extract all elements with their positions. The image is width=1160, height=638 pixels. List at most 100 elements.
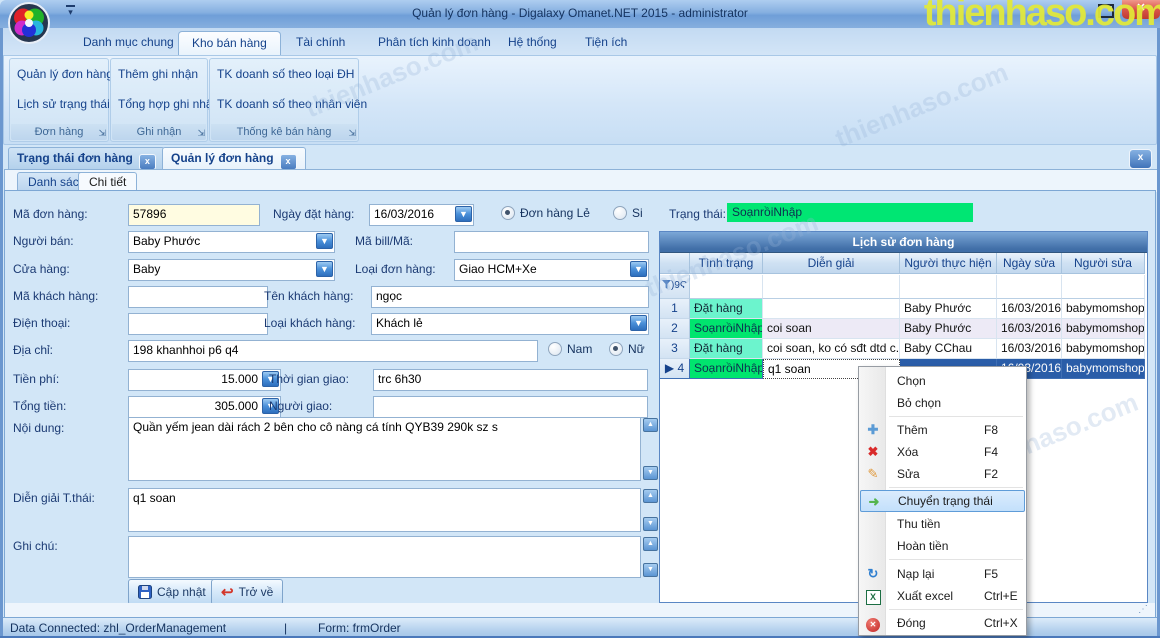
ribbon-item-tong-hop-ghi-nhan[interactable]: Tổng hợp ghi nhận xyxy=(118,97,219,111)
ma-bill-input[interactable] xyxy=(454,231,649,253)
menu-shortcut: F5 xyxy=(984,563,998,585)
ribbon-item-tk-theo-nhan-vien[interactable]: TK doanh số theo nhân viên xyxy=(217,97,367,111)
sub-tab-strip: Danh sách Chi tiết xyxy=(4,169,1158,192)
loai-don-hang-combobox[interactable]: Giao HCM+Xe ▼ xyxy=(454,259,649,281)
dialog-launcher-icon[interactable]: ⇲ xyxy=(348,127,356,139)
table-row[interactable]: 2 SoạnrồiNhập coi soan Baby Phước 16/03/… xyxy=(660,319,1145,339)
menu-shortcut: F8 xyxy=(984,419,998,441)
dien-giai-textarea[interactable]: q1 soan ▲ ▼ xyxy=(128,488,641,532)
scroll-up-icon[interactable]: ▲ xyxy=(643,537,658,551)
ten-khach-hang-input[interactable]: ngọc xyxy=(371,286,649,308)
menu-item-bo-chon[interactable]: Bỏ chọn xyxy=(860,392,1025,414)
ribbon-tab-danh-muc-chung[interactable]: Danh mục chung xyxy=(70,31,187,54)
ribbon-tab-he-thong[interactable]: Hệ thống xyxy=(495,31,570,54)
dropdown-icon[interactable]: ▼ xyxy=(455,206,472,222)
grid-filter-cell[interactable] xyxy=(900,275,997,299)
menu-item-chuyen-trang-thai[interactable]: ➜ Chuyển trạng thái xyxy=(860,490,1025,512)
menu-item-sua[interactable]: ✎ Sửa F2 xyxy=(860,463,1025,485)
grid-filter-cell[interactable] xyxy=(1062,275,1145,299)
label-ghi-chu: Ghi chú: xyxy=(13,539,58,553)
menu-item-dong[interactable]: ✕ Đóng Ctrl+X xyxy=(860,612,1025,634)
quick-access-dropdown-icon[interactable]: ▾ xyxy=(66,5,75,17)
menu-item-them[interactable]: ✚ Thêm F8 xyxy=(860,419,1025,441)
dropdown-icon[interactable]: ▼ xyxy=(630,315,647,331)
grid-header-nguoi-sua[interactable]: Người sửa xyxy=(1062,253,1145,274)
grid-filter-cell[interactable] xyxy=(997,275,1062,299)
ribbon-tab-phan-tich-kinh-doanh[interactable]: Phân tích kinh doanh xyxy=(365,31,504,54)
ma-don-hang-input[interactable]: 57896 xyxy=(128,204,260,226)
ribbon-tab-tien-ich[interactable]: Tiện ích xyxy=(572,31,640,54)
ribbon-item-quan-ly-don-hang[interactable]: Quản lý đơn hàng xyxy=(17,67,113,81)
radio-si[interactable]: Si xyxy=(613,206,643,220)
grid-header-tinh-trang[interactable]: Tình trạng xyxy=(690,253,763,274)
menu-item-hoan-tien[interactable]: Hoàn tiền xyxy=(860,535,1025,557)
cell-date: 16/03/2016 xyxy=(997,299,1062,319)
tien-phi-spinner[interactable]: 15.000 ▼ xyxy=(128,369,281,391)
doc-tab-quan-ly-don-hang[interactable]: Quản lý đơn hàngx xyxy=(162,147,306,169)
grid-filter-indicator[interactable]: )9Ϛ xyxy=(660,275,690,299)
radio-label: Si xyxy=(632,206,643,220)
menu-item-thu-tien[interactable]: Thu tiền xyxy=(860,513,1025,535)
ribbon-group-caption: Đơn hàng xyxy=(11,124,107,140)
menu-separator xyxy=(889,416,1023,417)
grid-header-nguoi-thuc-hien[interactable]: Người thực hiện xyxy=(900,253,997,274)
filter-text: )9Ϛ xyxy=(671,280,687,291)
scroll-down-icon[interactable]: ▼ xyxy=(643,563,658,577)
radio-nu[interactable]: Nữ xyxy=(609,342,645,356)
menu-item-nap-lai[interactable]: ↻ Nạp lại F5 xyxy=(860,563,1025,585)
noi-dung-textarea[interactable]: Quần yếm jean dài rách 2 bên cho cô nàng… xyxy=(128,417,641,481)
dialog-launcher-icon[interactable]: ⇲ xyxy=(98,127,106,139)
scroll-up-icon[interactable]: ▲ xyxy=(643,418,658,432)
grid-filter-cell[interactable] xyxy=(763,275,900,299)
ma-khach-hang-input[interactable] xyxy=(128,286,268,308)
app-logo-orb-icon[interactable] xyxy=(8,2,50,44)
dien-thoai-input[interactable] xyxy=(128,313,268,335)
tro-ve-button[interactable]: ↩ Trở về xyxy=(211,579,283,605)
ribbon-item-tk-theo-loai-dh[interactable]: TK doanh số theo loại ĐH xyxy=(217,67,354,81)
resize-grip[interactable]: ⋰ xyxy=(1138,604,1149,615)
table-row[interactable]: 3 Đặt hàng coi soan, ko có sđt dtd c... … xyxy=(660,339,1145,359)
trang-thai-value: SoạnrồiNhập xyxy=(732,205,802,219)
cell-editor: babymomshop xyxy=(1062,339,1145,359)
ribbon-tab-kho-ban-hang[interactable]: Kho bán hàng xyxy=(178,31,281,55)
menu-label: Nạp lại xyxy=(897,563,934,585)
menu-item-xoa[interactable]: ✖ Xóa F4 xyxy=(860,441,1025,463)
nguoi-giao-input[interactable] xyxy=(373,396,648,418)
tong-tien-spinner[interactable]: 305.000 ▼ xyxy=(128,396,281,418)
dialog-launcher-icon[interactable]: ⇲ xyxy=(197,127,205,139)
scroll-up-icon[interactable]: ▲ xyxy=(643,489,658,503)
dia-chi-input[interactable]: 198 khanhhoi p6 q4 xyxy=(128,340,538,362)
grid-header-dien-giai[interactable]: Diễn giải xyxy=(763,253,900,274)
thoi-gian-giao-input[interactable]: trc 6h30 xyxy=(373,369,648,391)
scroll-down-icon[interactable]: ▼ xyxy=(643,517,658,531)
ribbon-item-them-ghi-nhan[interactable]: Thêm ghi nhận xyxy=(118,67,198,81)
ribbon-tab-tai-chinh[interactable]: Tài chính xyxy=(283,31,358,54)
grid-header-ngay-sua[interactable]: Ngày sửa xyxy=(997,253,1062,274)
ngay-dat-hang-datepicker[interactable]: 16/03/2016 ▼ xyxy=(369,204,474,226)
dien-giai-value: q1 soan xyxy=(133,491,176,505)
ribbon-item-lich-su-trang-thai[interactable]: Lịch sử trạng thái xyxy=(17,97,110,111)
sub-tab-chi-tiet[interactable]: Chi tiết xyxy=(78,172,137,192)
grid-filter-cell[interactable] xyxy=(690,275,763,299)
menu-item-chon[interactable]: Chọn xyxy=(860,370,1025,392)
menu-item-xuat-excel[interactable]: X Xuất excel Ctrl+E xyxy=(860,585,1025,607)
cua-hang-combobox[interactable]: Baby ▼ xyxy=(128,259,335,281)
radio-nam[interactable]: Nam xyxy=(548,342,592,356)
dropdown-icon[interactable]: ▼ xyxy=(630,261,647,277)
tab-close-icon[interactable]: x xyxy=(280,154,297,170)
scroll-down-icon[interactable]: ▼ xyxy=(643,466,658,480)
loai-khach-hang-combobox[interactable]: Khách lẻ ▼ xyxy=(371,313,649,335)
table-row[interactable]: 1 Đặt hàng Baby Phước 16/03/2016 babymom… xyxy=(660,299,1145,319)
ma-don-hang-value: 57896 xyxy=(133,207,166,221)
dropdown-icon[interactable]: ▼ xyxy=(316,261,333,277)
doc-tab-trang-thai-don-hang[interactable]: Trạng thái đơn hàngx xyxy=(8,147,165,169)
dropdown-icon[interactable]: ▼ xyxy=(316,233,333,249)
ghi-chu-textarea[interactable]: ▲ ▼ xyxy=(128,536,641,578)
nguoi-ban-combobox[interactable]: Baby Phước ▼ xyxy=(128,231,335,253)
cell-desc xyxy=(763,299,900,319)
radio-don-hang-le[interactable]: Đơn hàng Lẻ xyxy=(501,206,590,220)
cell-desc: coi soan, ko có sđt dtd c... xyxy=(763,339,900,359)
tab-close-icon[interactable]: x xyxy=(139,154,156,170)
cap-nhat-button[interactable]: Cập nhật xyxy=(128,579,216,605)
tabstrip-close-icon[interactable]: x xyxy=(1129,149,1152,169)
